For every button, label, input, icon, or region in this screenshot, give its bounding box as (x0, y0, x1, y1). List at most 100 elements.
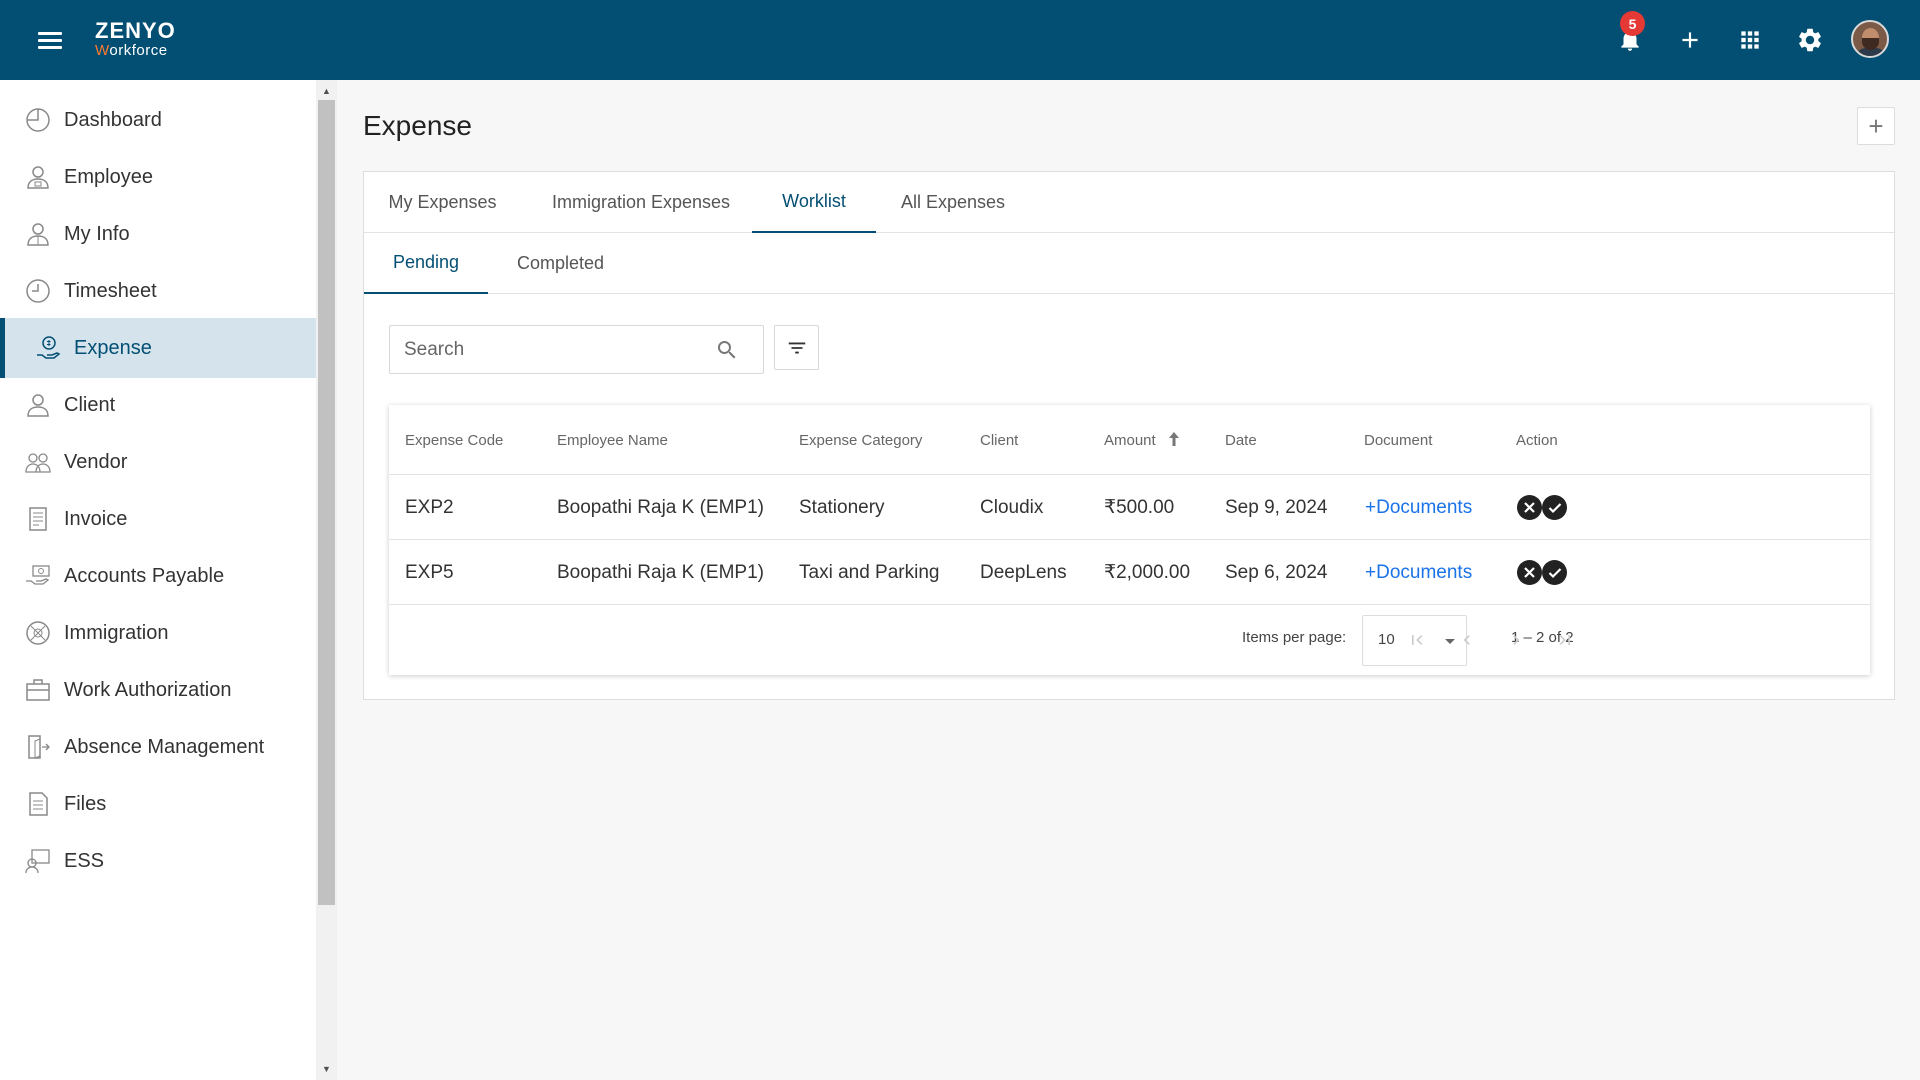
sidebar-item-label: Expense (74, 336, 152, 359)
user-avatar[interactable] (1851, 20, 1889, 58)
my-info-icon (25, 221, 51, 247)
sidebar-item-ess[interactable]: ESS (0, 831, 316, 891)
top-app-bar: ZENYO Workforce 5 (0, 0, 1920, 80)
close-icon (1524, 567, 1535, 578)
files-icon (25, 791, 51, 817)
sidebar-item-label: Files (64, 792, 107, 815)
gear-icon[interactable] (1792, 22, 1828, 58)
sidebar-item-timesheet[interactable]: Timesheet (0, 261, 316, 321)
zenyo-workforce-logo[interactable]: ZENYO Workforce (95, 18, 176, 59)
table-header: Expense Code Employee Name Expense Categ… (389, 405, 1870, 475)
items-per-page-value: 10 (1378, 631, 1395, 648)
expense-tabs: My Expenses Immigration Expenses Worklis… (364, 172, 1894, 233)
first-page-icon[interactable] (1402, 625, 1432, 655)
filter-button[interactable] (774, 325, 819, 370)
sidebar-item-label: ESS (64, 849, 105, 872)
cell-employee-name: Boopathi Raja K (EMP1) (557, 496, 764, 518)
tab-all-expenses[interactable]: All Expenses (876, 172, 1030, 233)
sidebar-item-label: Work Authorization (64, 678, 232, 701)
hamburger-menu-icon[interactable] (38, 32, 62, 50)
accounts-payable-icon (25, 563, 51, 589)
plus-icon[interactable] (1672, 22, 1708, 58)
sidebar-item-immigration[interactable]: Immigration (0, 603, 316, 663)
tab-worklist[interactable]: Worklist (752, 172, 876, 233)
cell-amount: ₹2,000.00 (1104, 562, 1191, 583)
add-expense-button[interactable]: + (1857, 107, 1895, 145)
sidebar-item-employee[interactable]: Employee (0, 147, 316, 207)
column-header-expense-category[interactable]: Expense Category (799, 405, 922, 475)
column-header-amount[interactable]: Amount (1104, 405, 1156, 475)
sidebar-item-absence-management[interactable]: Absence Management (0, 717, 316, 777)
search-icon[interactable] (715, 338, 739, 367)
previous-page-icon[interactable] (1452, 625, 1482, 655)
tab-immigration-expenses[interactable]: Immigration Expenses (521, 172, 761, 233)
items-per-page-label: Items per page: (1242, 629, 1347, 646)
check-icon (1548, 567, 1561, 578)
worklist-subtabs: Pending Completed (364, 233, 1894, 294)
sidebar-item-dashboard[interactable]: Dashboard (0, 90, 316, 150)
sidebar-item-label: Vendor (64, 450, 128, 473)
scroll-up-arrow-icon[interactable]: ▲ (318, 84, 335, 98)
column-header-employee-name[interactable]: Employee Name (557, 405, 668, 475)
sidebar-item-label: Invoice (64, 507, 128, 530)
scroll-down-arrow-icon[interactable]: ▼ (318, 1062, 335, 1076)
cell-expense-code: EXP5 (405, 561, 454, 583)
tab-completed[interactable]: Completed (488, 233, 633, 294)
column-header-expense-code[interactable]: Expense Code (405, 405, 503, 475)
briefcase-icon (25, 677, 51, 703)
page-title: Expense (363, 110, 472, 141)
sidebar-nav: Dashboard Employee My Info Timesheet Exp… (0, 80, 316, 1080)
last-page-icon[interactable] (1550, 625, 1580, 655)
logo-sub-text: orkforce (109, 42, 168, 59)
approve-button[interactable] (1542, 495, 1567, 520)
sort-arrow-up-icon[interactable] (1167, 431, 1181, 452)
cell-expense-category: Taxi and Parking (799, 561, 940, 583)
cell-expense-category: Stationery (799, 496, 885, 518)
sidebar-item-label: Absence Management (64, 735, 265, 758)
paginator: Items per page: 10 1 – 2 of 2 (389, 605, 1870, 675)
sidebar-item-invoice[interactable]: Invoice (0, 489, 316, 549)
next-page-icon[interactable] (1501, 625, 1531, 655)
cell-expense-code: EXP2 (405, 496, 454, 518)
sidebar-item-label: Immigration (64, 621, 169, 644)
filter-icon (788, 342, 805, 353)
reject-button[interactable] (1517, 495, 1542, 520)
check-icon (1548, 502, 1561, 513)
sidebar-scrollbar-thumb[interactable] (318, 100, 335, 905)
search-input[interactable] (404, 326, 704, 373)
tab-my-expenses[interactable]: My Expenses (364, 172, 521, 233)
cell-amount: ₹500.00 (1104, 497, 1175, 518)
globe-icon (25, 620, 51, 646)
sidebar-item-label: Client (64, 393, 116, 416)
sidebar-item-label: Employee (64, 165, 153, 188)
expense-table: Expense Code Employee Name Expense Categ… (389, 405, 1870, 675)
sidebar-item-work-authorization[interactable]: Work Authorization (0, 660, 316, 720)
dashboard-icon (25, 107, 51, 133)
ess-icon (25, 848, 51, 874)
door-exit-icon (25, 734, 51, 760)
sidebar-item-files[interactable]: Files (0, 774, 316, 834)
sidebar-item-label: My Info (64, 222, 130, 245)
cell-date: Sep 9, 2024 (1225, 496, 1328, 518)
logo-text: ZENYO (95, 18, 176, 43)
documents-link[interactable]: +Documents (1365, 475, 1472, 540)
column-header-action: Action (1516, 431, 1558, 449)
sidebar-item-expense[interactable]: Expense (0, 318, 316, 378)
reject-button[interactable] (1517, 560, 1542, 585)
search-field (389, 325, 764, 374)
sidebar-item-vendor[interactable]: Vendor (0, 432, 316, 492)
sidebar-item-accounts-payable[interactable]: Accounts Payable (0, 546, 316, 606)
cell-date: Sep 6, 2024 (1225, 561, 1328, 583)
tab-pending[interactable]: Pending (364, 233, 488, 294)
table-row[interactable]: EXP2 Boopathi Raja K (EMP1) Stationery C… (389, 475, 1870, 540)
documents-link[interactable]: +Documents (1365, 540, 1472, 605)
cell-client: DeepLens (980, 561, 1067, 583)
sidebar-item-my-info[interactable]: My Info (0, 204, 316, 264)
approve-button[interactable] (1542, 560, 1567, 585)
sidebar-item-client[interactable]: Client (0, 375, 316, 435)
column-header-client[interactable]: Client (980, 405, 1018, 475)
column-header-date[interactable]: Date (1225, 405, 1257, 475)
sidebar-item-label: Timesheet (64, 279, 157, 302)
apps-grid-icon[interactable] (1732, 22, 1768, 58)
table-row[interactable]: EXP5 Boopathi Raja K (EMP1) Taxi and Par… (389, 540, 1870, 605)
